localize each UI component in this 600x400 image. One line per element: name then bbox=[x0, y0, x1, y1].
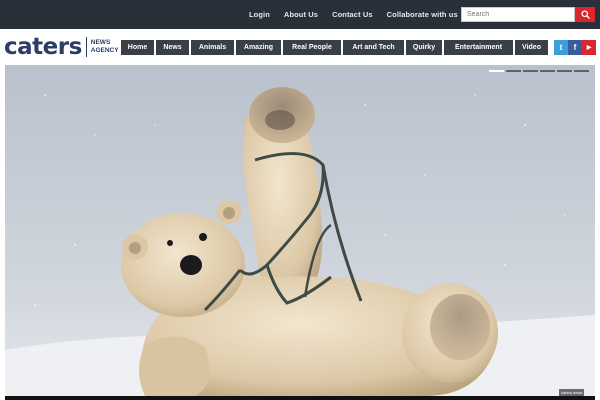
top-nav-collaborate[interactable]: Collaborate with us bbox=[387, 10, 458, 19]
slider-dot[interactable] bbox=[540, 70, 555, 72]
slider-indicators bbox=[489, 70, 591, 72]
slider-dot[interactable] bbox=[506, 70, 521, 72]
hero-slider-image[interactable] bbox=[5, 65, 595, 396]
nav-amazing[interactable]: Amazing bbox=[236, 40, 283, 55]
search-input[interactable] bbox=[461, 7, 575, 22]
nav-animals[interactable]: Animals bbox=[191, 40, 236, 55]
slider-dot[interactable] bbox=[489, 70, 504, 72]
top-nav-about-us[interactable]: About Us bbox=[284, 10, 318, 19]
logo-subtitle: NEWS AGENCY bbox=[91, 39, 119, 55]
logo-divider bbox=[85, 37, 87, 57]
twitter-icon: t bbox=[559, 43, 563, 52]
nav-entertainment[interactable]: Entertainment bbox=[444, 40, 515, 55]
twitter-button[interactable]: t bbox=[554, 40, 568, 55]
search-icon bbox=[580, 10, 590, 19]
site-logo[interactable]: caters NEWS AGENCY bbox=[4, 33, 119, 61]
top-nav-contact-us[interactable]: Contact Us bbox=[332, 10, 373, 19]
youtube-button[interactable]: ▶ bbox=[582, 40, 596, 55]
slider-dot[interactable] bbox=[557, 70, 572, 72]
nav-real-people[interactable]: Real People bbox=[283, 40, 343, 55]
hero-bottom-strip bbox=[5, 396, 595, 400]
nav-video[interactable]: Video bbox=[515, 40, 550, 55]
nav-news[interactable]: News bbox=[156, 40, 191, 55]
logo-subtitle-line1: NEWS bbox=[90, 39, 111, 46]
main-nav: Home News Animals Amazing Real People Ar… bbox=[121, 40, 550, 55]
logo-subtitle-line2: AGENCY bbox=[90, 47, 119, 54]
youtube-icon: ▶ bbox=[586, 45, 592, 51]
top-nav-login[interactable]: Login bbox=[249, 10, 270, 19]
facebook-button[interactable]: f bbox=[568, 40, 582, 55]
slider-dot[interactable] bbox=[574, 70, 589, 72]
nav-art-and-tech[interactable]: Art and Tech bbox=[343, 40, 406, 55]
slider-dot[interactable] bbox=[523, 70, 538, 72]
image-credit: caters news bbox=[559, 389, 585, 396]
logo-wordmark: caters bbox=[4, 34, 82, 60]
polar-bear-photo bbox=[5, 65, 595, 396]
nav-home[interactable]: Home bbox=[121, 40, 156, 55]
nav-quirky[interactable]: Quirky bbox=[406, 40, 444, 55]
top-nav: Login About Us Contact Us Collaborate wi… bbox=[235, 0, 458, 29]
facebook-icon: f bbox=[573, 43, 577, 52]
search-button[interactable] bbox=[575, 7, 595, 22]
